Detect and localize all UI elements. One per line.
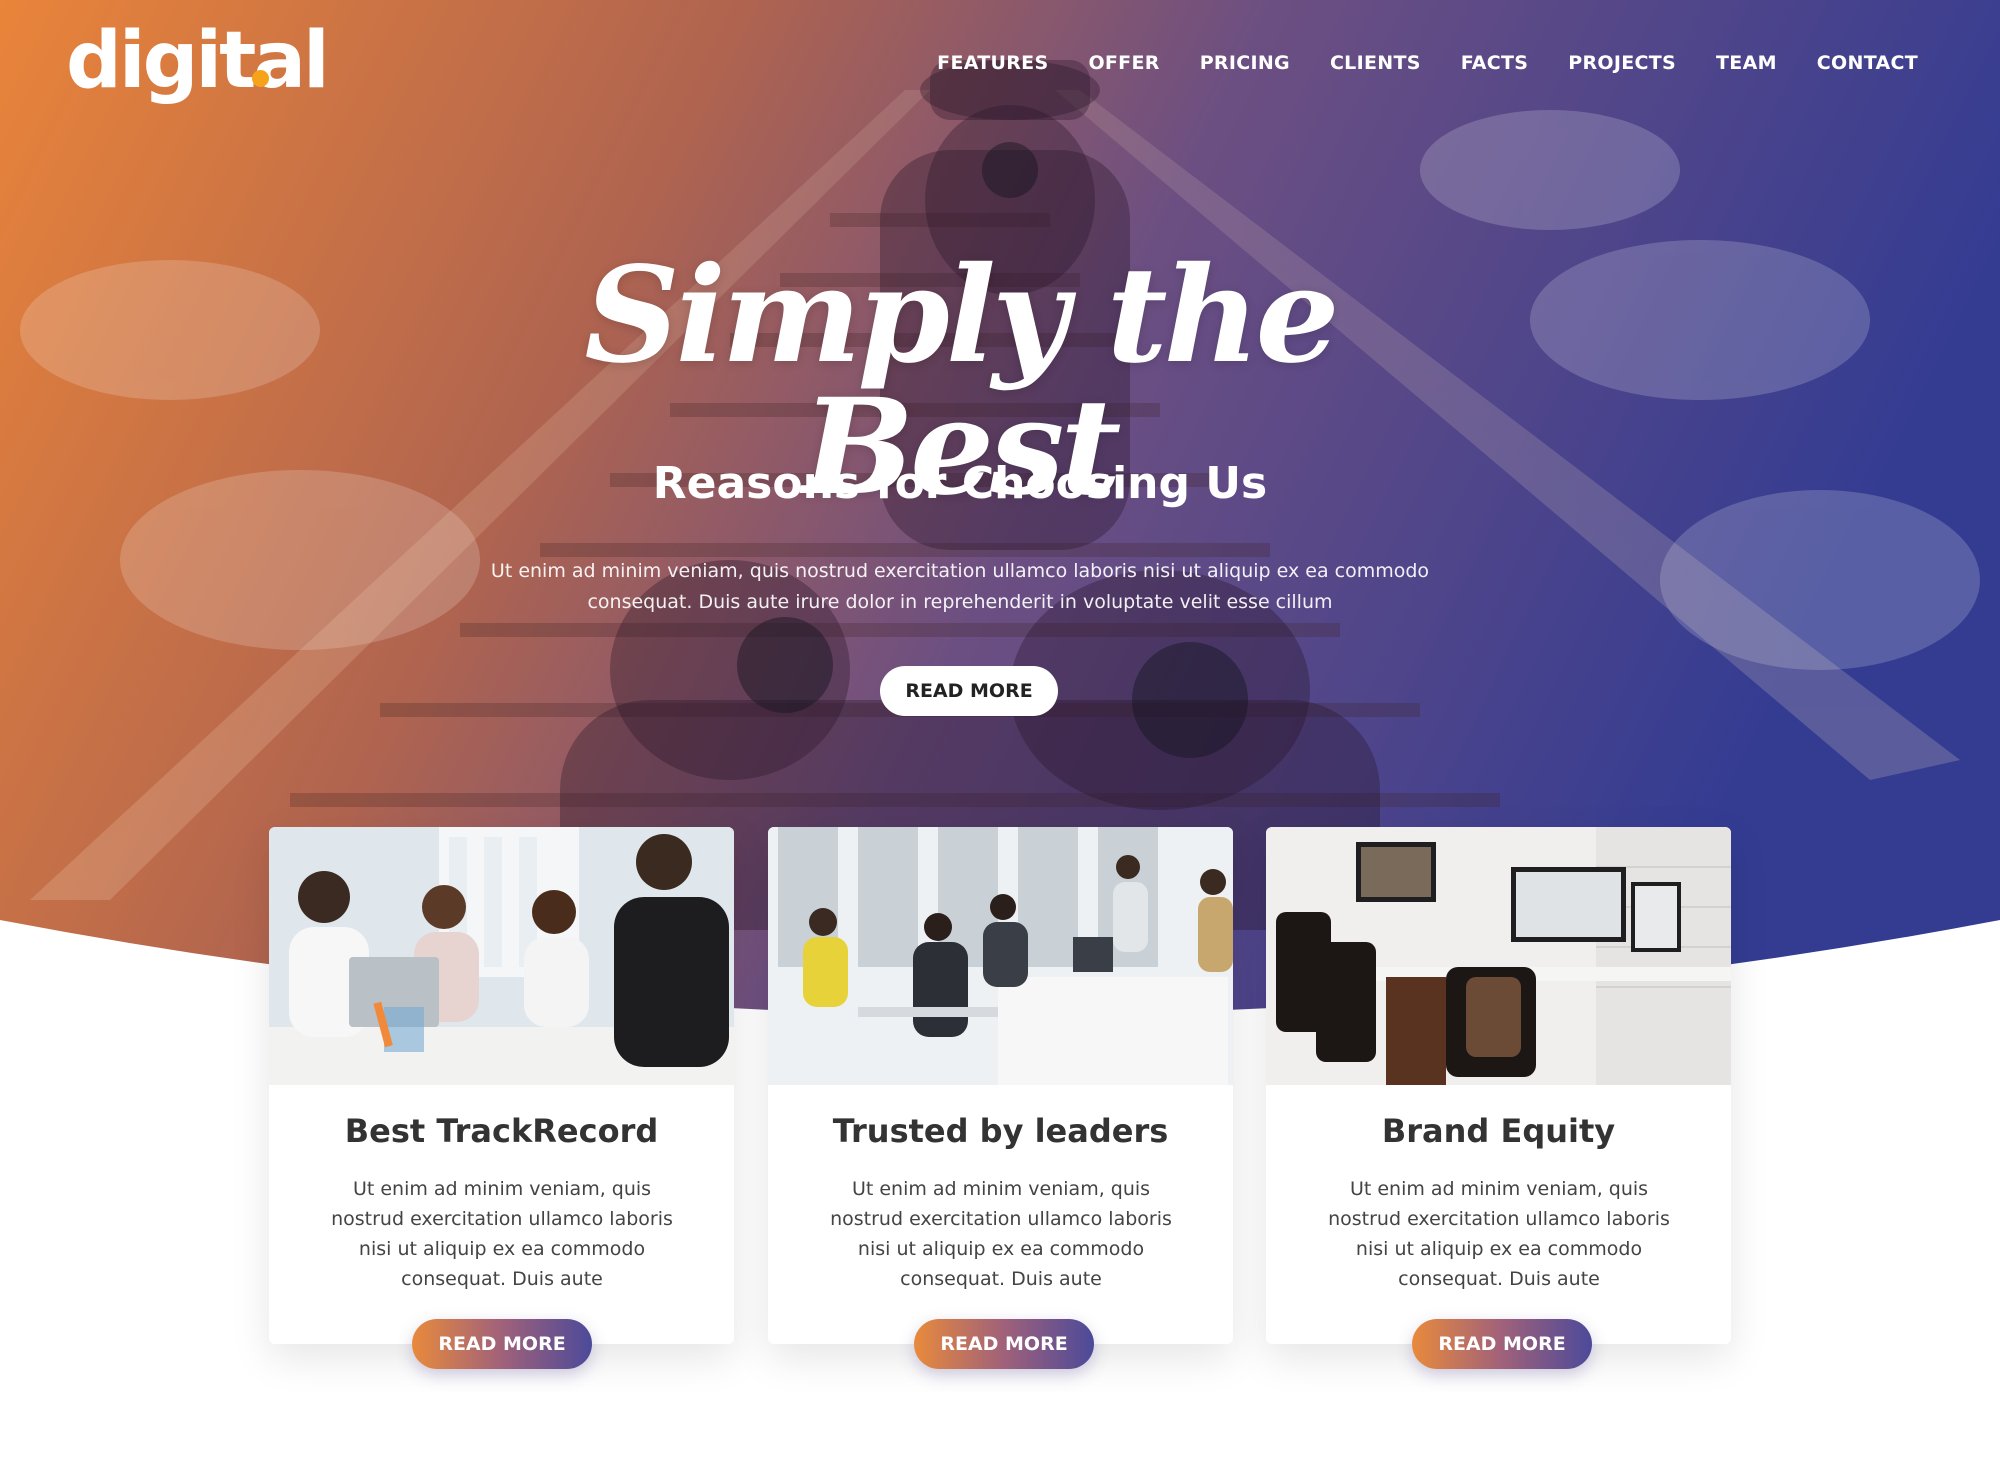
card-title: Brand Equity	[1381, 1112, 1616, 1150]
feature-card-track-record: Best TrackRecord Ut enim ad minim veniam…	[269, 827, 734, 1369]
hero-read-more-button[interactable]: READ MORE	[880, 666, 1058, 716]
nav-item-team[interactable]: TEAM	[1716, 52, 1777, 74]
main-nav: FEATURES OFFER PRICING CLIENTS FACTS PRO…	[937, 52, 1918, 74]
card-title: Trusted by leaders	[832, 1112, 1169, 1150]
nav-item-facts[interactable]: FACTS	[1461, 52, 1529, 74]
card-read-more-button[interactable]: READ MORE	[412, 1319, 592, 1369]
card-image-team-laptop	[269, 827, 734, 1085]
card-read-more-button[interactable]: READ MORE	[1412, 1319, 1592, 1369]
brand-logo-dot	[252, 70, 269, 87]
hero-description: Ut enim ad minim veniam, quis nostrud ex…	[490, 560, 1430, 613]
nav-item-projects[interactable]: PROJECTS	[1568, 52, 1676, 74]
feature-card-brand-equity: Brand Equity Ut enim ad minim veniam, qu…	[1266, 827, 1731, 1369]
card-image-workspace	[1266, 827, 1731, 1085]
feature-card-trusted-leaders: Trusted by leaders Ut enim ad minim veni…	[768, 827, 1233, 1369]
nav-item-offer[interactable]: OFFER	[1088, 52, 1159, 74]
card-read-more-button[interactable]: READ MORE	[914, 1319, 1094, 1369]
card-text: Ut enim ad minim veniam, quis nostrud ex…	[1328, 1178, 1670, 1290]
card-text: Ut enim ad minim veniam, quis nostrud ex…	[331, 1178, 673, 1290]
card-image-open-office	[768, 827, 1233, 1085]
nav-item-contact[interactable]: CONTACT	[1817, 52, 1918, 74]
nav-item-pricing[interactable]: PRICING	[1200, 52, 1290, 74]
brand-logo[interactable]: digital	[66, 22, 330, 100]
hero-title: Reasons for Choosing Us	[652, 458, 1268, 509]
card-text: Ut enim ad minim veniam, quis nostrud ex…	[830, 1178, 1172, 1290]
nav-item-clients[interactable]: CLIENTS	[1330, 52, 1421, 74]
nav-item-features[interactable]: FEATURES	[937, 52, 1048, 74]
card-title: Best TrackRecord	[344, 1112, 659, 1150]
